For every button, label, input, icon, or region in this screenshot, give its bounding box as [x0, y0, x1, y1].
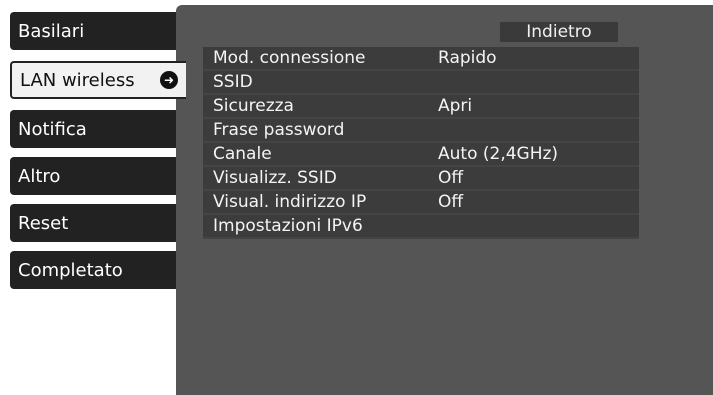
row-value: Off — [438, 192, 464, 212]
settings-row-ipv6[interactable]: Impostazioni IPv6 — [203, 215, 639, 239]
row-label: Canale — [213, 144, 272, 164]
settings-row-display-ip[interactable]: Visual. indirizzo IP Off — [203, 191, 639, 215]
row-value: Apri — [438, 96, 473, 116]
row-label: Visualizz. SSID — [213, 168, 337, 188]
row-label: Visual. indirizzo IP — [213, 192, 367, 212]
settings-panel: Indietro Mod. connessione Rapido SSID Si… — [176, 5, 713, 395]
sidebar-item-label: Notifica — [18, 118, 87, 140]
sidebar-item-label: LAN wireless — [20, 69, 135, 91]
row-label: Frase password — [213, 120, 345, 140]
settings-row-channel[interactable]: Canale Auto (2,4GHz) — [203, 143, 639, 167]
sidebar-item-label: Completato — [18, 259, 123, 281]
settings-list: Mod. connessione Rapido SSID Sicurezza A… — [203, 47, 639, 239]
sidebar-item-reset[interactable]: Reset — [10, 204, 178, 242]
chevron-right-icon: ➜ — [160, 71, 178, 89]
row-value: Off — [438, 168, 464, 188]
sidebar-item-label: Altro — [18, 165, 61, 187]
row-label: Sicurezza — [213, 96, 294, 116]
row-label: SSID — [213, 72, 253, 92]
row-label: Impostazioni IPv6 — [213, 216, 363, 236]
sidebar-item-basilari[interactable]: Basilari — [10, 12, 178, 50]
sidebar-item-altro[interactable]: Altro — [10, 157, 178, 195]
settings-row-display-ssid[interactable]: Visualizz. SSID Off — [203, 167, 639, 191]
settings-row-security[interactable]: Sicurezza Apri — [203, 95, 639, 119]
settings-row-passphrase[interactable]: Frase password — [203, 119, 639, 143]
sidebar-item-notifica[interactable]: Notifica — [10, 110, 178, 148]
settings-row-ssid[interactable]: SSID — [203, 71, 639, 95]
row-value: Rapido — [438, 48, 497, 68]
row-label: Mod. connessione — [213, 48, 366, 68]
back-button[interactable]: Indietro — [500, 22, 618, 42]
sidebar-item-label: Reset — [18, 212, 69, 234]
sidebar-item-label: Basilari — [18, 20, 85, 42]
sidebar-item-completato[interactable]: Completato — [10, 251, 178, 289]
settings-row-connection-mode[interactable]: Mod. connessione Rapido — [203, 47, 639, 71]
row-value: Auto (2,4GHz) — [438, 144, 559, 164]
sidebar-item-lan-wireless[interactable]: LAN wireless ➜ — [10, 61, 186, 99]
